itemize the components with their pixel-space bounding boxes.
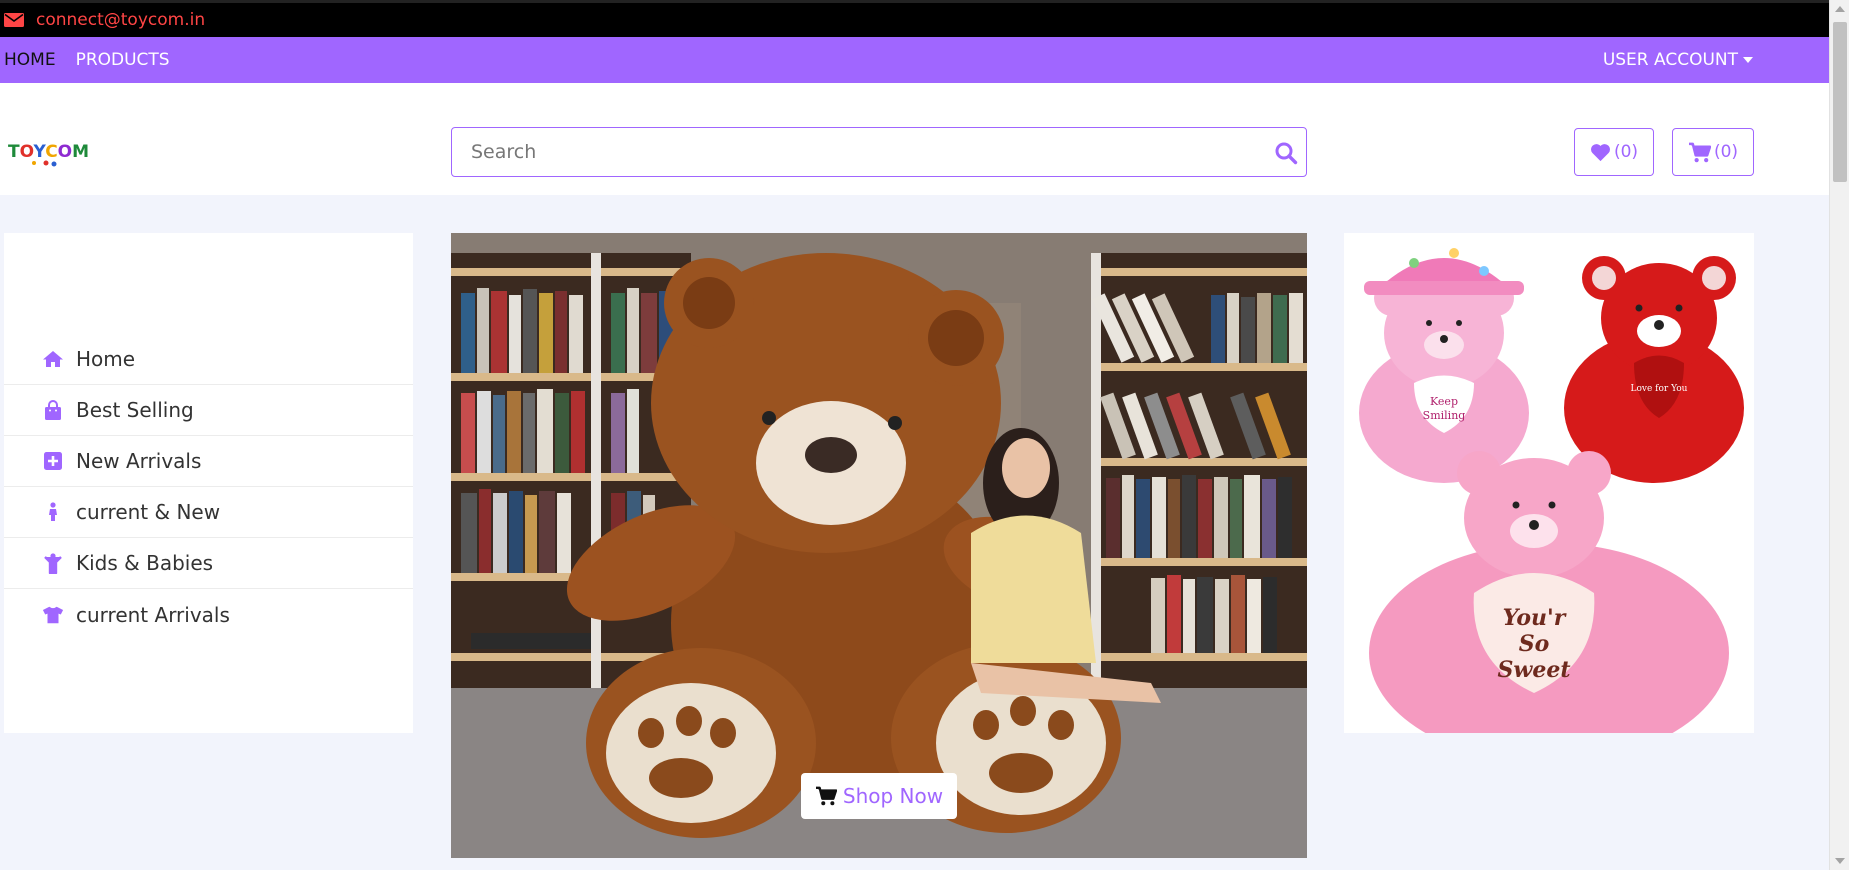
category-list: Home Best Selling New Arrivals current &… <box>4 334 413 640</box>
search-box <box>451 127 1307 177</box>
svg-text:TOYCOM: TOYCOM <box>8 142 89 162</box>
sidebar-item-label: Kids & Babies <box>76 551 214 575</box>
sidebar-item-label: current Arrivals <box>76 602 230 627</box>
sidebar-item-new-arrivals[interactable]: New Arrivals <box>4 436 413 487</box>
search-input[interactable] <box>452 128 1306 176</box>
nav-home[interactable]: HOME <box>4 50 56 70</box>
search-icon[interactable] <box>1274 141 1298 165</box>
caret-down-icon <box>1743 57 1753 63</box>
user-account-dropdown[interactable]: USER ACCOUNT <box>1603 37 1753 83</box>
shop-now-label: Shop Now <box>842 784 944 808</box>
page-scrollbar[interactable] <box>1829 0 1849 870</box>
cart-icon <box>1688 142 1711 162</box>
hero-banner: Shop Now <box>451 233 1307 858</box>
child-icon <box>42 501 64 523</box>
featured-bears-image[interactable]: Keep Smiling Love for You You'r So Sweet <box>1344 233 1754 733</box>
contact-email[interactable]: connect@toycom.in <box>36 10 205 30</box>
svg-text:Sweet: Sweet <box>1498 657 1571 683</box>
sidebar-item-home[interactable]: Home <box>4 334 413 385</box>
shop-now-button[interactable]: Shop Now <box>801 773 957 819</box>
scroll-up-arrow-icon[interactable] <box>1835 6 1845 12</box>
svg-text:Keep: Keep <box>1430 395 1458 408</box>
sidebar-item-label: current & New <box>76 500 221 524</box>
tshirt-icon <box>42 604 64 626</box>
home-icon <box>42 348 64 370</box>
cart-count: (0) <box>1713 142 1739 162</box>
category-sidebar: Home Best Selling New Arrivals current &… <box>4 233 413 733</box>
cart-icon <box>815 786 837 806</box>
envelope-icon <box>4 13 24 27</box>
heart-icon <box>1590 143 1610 161</box>
sidebar-item-current-arrivals[interactable]: current Arrivals <box>4 589 413 640</box>
sidebar-item-best-selling[interactable]: Best Selling <box>4 385 413 436</box>
svg-text:You'r: You'r <box>1503 605 1567 631</box>
sidebar-item-current-new[interactable]: current & New <box>4 487 413 538</box>
site-header: TOYCOM (0) (0) <box>0 83 1829 195</box>
sidebar-item-label: New Arrivals <box>76 449 202 473</box>
toycom-logo[interactable]: TOYCOM <box>8 133 103 169</box>
scrollbar-thumb[interactable] <box>1833 22 1847 182</box>
teddy-bears-collage: Keep Smiling Love for You You'r So Sweet <box>1344 233 1754 733</box>
svg-text:So: So <box>1519 631 1550 657</box>
svg-text:Smiling: Smiling <box>1423 409 1466 422</box>
sidebar-item-label: Best Selling <box>76 398 194 422</box>
main-navbar: HOME PRODUCTS USER ACCOUNT <box>0 37 1829 83</box>
sidebar-item-kids-babies[interactable]: Kids & Babies <box>4 538 413 589</box>
plus-square-icon <box>42 450 64 472</box>
nav-products[interactable]: PRODUCTS <box>76 50 170 70</box>
svg-text:Love for You: Love for You <box>1631 384 1688 394</box>
wishlist-button[interactable]: (0) <box>1574 128 1654 176</box>
cart-button[interactable]: (0) <box>1672 128 1754 176</box>
wishlist-count: (0) <box>1613 142 1639 162</box>
teddy-bear-banner-image <box>451 233 1307 858</box>
sidebar-item-label: Home <box>76 347 136 371</box>
child-arms-up-icon <box>42 552 64 574</box>
shopping-bag-icon <box>42 399 64 421</box>
scroll-down-arrow-icon[interactable] <box>1835 858 1845 864</box>
user-account-label: USER ACCOUNT <box>1602 50 1738 70</box>
top-contact-bar: connect@toycom.in <box>0 0 1829 37</box>
